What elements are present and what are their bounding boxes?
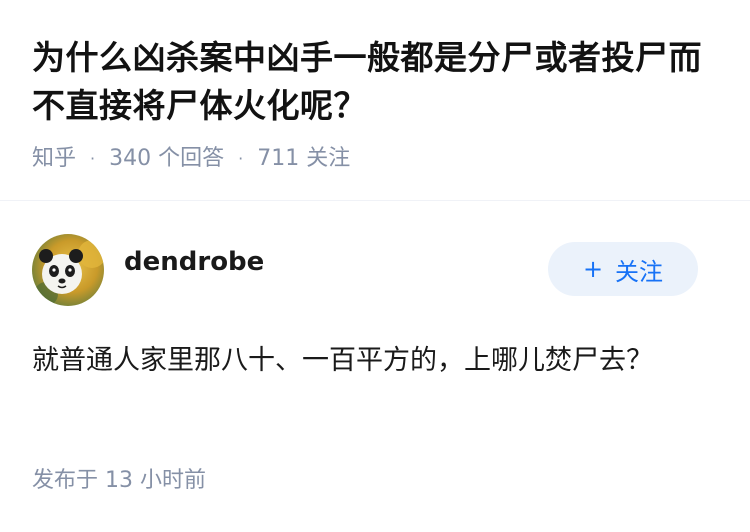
section-divider xyxy=(0,200,750,201)
plus-icon: + xyxy=(582,255,604,283)
follow-button[interactable]: + 关注 xyxy=(548,242,698,296)
question-title[interactable]: 为什么凶杀案中凶手一般都是分尸或者投尸而不直接将尸体火化呢？ xyxy=(32,34,722,130)
followers-count[interactable]: 711 关注 xyxy=(257,144,350,174)
meta-separator: · xyxy=(238,149,244,168)
question-header: 为什么凶杀案中凶手一般都是分尸或者投尸而不直接将尸体火化呢？ 知乎 · 340 … xyxy=(32,34,722,174)
published-time: 发布于 13 小时前 xyxy=(32,468,206,493)
author-name[interactable]: dendrobe xyxy=(124,247,264,277)
source-label[interactable]: 知乎 xyxy=(32,144,76,174)
answers-count[interactable]: 340 个回答 xyxy=(109,144,224,174)
author-row: dendrobe + 关注 xyxy=(32,232,718,308)
meta-separator: · xyxy=(90,149,96,168)
panda-avatar-icon[interactable] xyxy=(32,234,104,306)
answer-card: dendrobe + 关注 就普通人家里那八十、一百平方的，上哪儿焚尸去？ xyxy=(32,232,718,384)
question-meta: 知乎 · 340 个回答 · 711 关注 xyxy=(32,144,722,174)
follow-button-label: 关注 xyxy=(615,257,664,286)
answer-content[interactable]: 就普通人家里那八十、一百平方的，上哪儿焚尸去？ xyxy=(32,338,682,384)
